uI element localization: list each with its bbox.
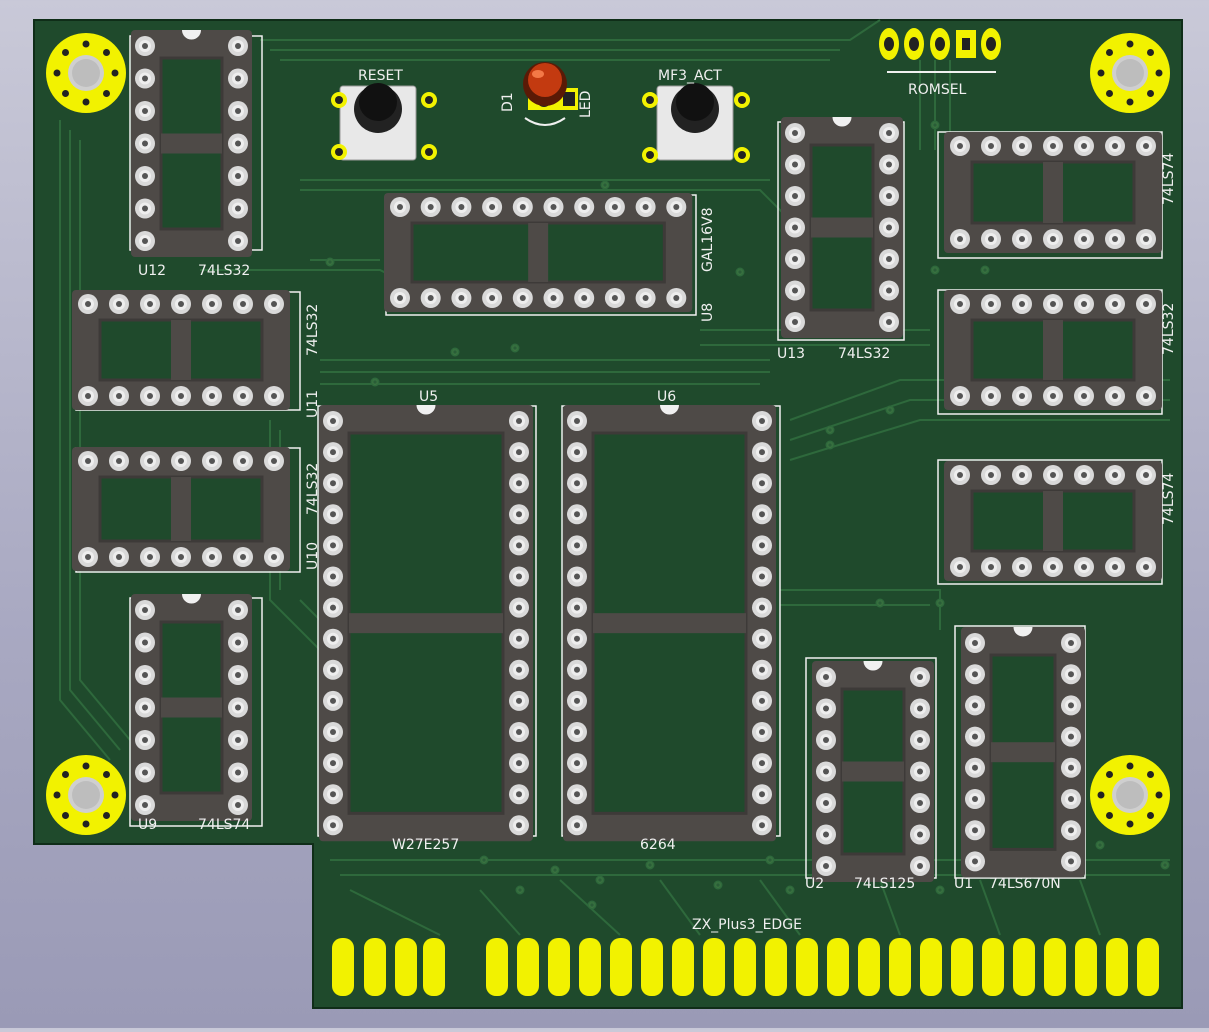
edge-finger: [765, 938, 787, 996]
u5-value: W27E257: [392, 837, 459, 853]
u8-value: GAL16V8: [700, 207, 716, 272]
socket-u12: [129, 29, 263, 257]
socket-u8: [384, 193, 697, 316]
socket-u5: [317, 404, 537, 842]
edge-finger: [1137, 938, 1159, 996]
socket-u11: [72, 290, 301, 411]
socket-u1: [954, 625, 1086, 879]
mf3-label: MF3_ACT: [658, 68, 722, 84]
socket-u2: [805, 657, 937, 882]
edge-finger: [395, 938, 417, 996]
u1-value: 74LS670N: [989, 876, 1061, 892]
socket-right-top: [937, 131, 1163, 259]
u5-ref: U5: [419, 389, 438, 405]
edge-finger: [332, 938, 354, 996]
right-mid-value: 74LS32: [1161, 303, 1177, 355]
edge-finger: [517, 938, 539, 996]
edge-finger: [1075, 938, 1097, 996]
right-top-value: 74LS74: [1161, 153, 1177, 205]
edge-finger: [734, 938, 756, 996]
socket-u10: [72, 447, 301, 573]
u9-value: 74LS74: [198, 817, 250, 833]
u12-ref: U12: [138, 263, 166, 279]
u12-value: 74LS32: [198, 263, 250, 279]
u2-value: 74LS125: [854, 876, 915, 892]
u11-value: 74LS32: [305, 304, 321, 356]
u6-value: 6264: [640, 837, 676, 853]
u1-ref: U1: [954, 876, 973, 892]
edge-finger: [858, 938, 880, 996]
u9-ref: U9: [138, 817, 157, 833]
u8-ref: U8: [700, 303, 716, 322]
edge-finger: [982, 938, 1004, 996]
edge-finger: [951, 938, 973, 996]
edge-finger: [672, 938, 694, 996]
socket-u6: [561, 404, 781, 842]
u11-ref: U11: [305, 390, 321, 418]
edge-finger: [703, 938, 725, 996]
socket-right-bot: [937, 459, 1163, 585]
edge-finger: [827, 938, 849, 996]
edge-finger: [920, 938, 942, 996]
socket-u13: [777, 116, 905, 341]
reset-label: RESET: [358, 68, 403, 84]
edge-finger: [1044, 938, 1066, 996]
pcb-render-view: U12 74LS32 U11 74LS32 U10 74LS32 U9 74LS…: [0, 0, 1209, 1028]
mount-hole-2: [1090, 33, 1170, 113]
u10-ref: U10: [305, 542, 321, 570]
socket-right-mid: [937, 289, 1163, 415]
led-value: LED: [578, 91, 594, 118]
edge-finger: [423, 938, 445, 996]
edge-finger: [548, 938, 570, 996]
u2-ref: U2: [805, 876, 824, 892]
edge-finger: [610, 938, 632, 996]
edge-finger: [889, 938, 911, 996]
u13-value: 74LS32: [838, 346, 890, 362]
edge-finger: [1106, 938, 1128, 996]
edge-label: ZX_Plus3_EDGE: [692, 917, 802, 933]
u6-ref: U6: [657, 389, 676, 405]
u10-value: 74LS32: [305, 463, 321, 515]
edge-finger: [641, 938, 663, 996]
led-ref: D1: [500, 92, 516, 112]
socket-u9: [129, 593, 263, 827]
edge-finger: [486, 938, 508, 996]
edge-finger: [796, 938, 818, 996]
edge-finger: [1013, 938, 1035, 996]
mount-hole-1: [46, 33, 126, 113]
right-bot-value: 74LS74: [1161, 473, 1177, 525]
romsel-label: ROMSEL: [908, 82, 967, 98]
edge-finger: [579, 938, 601, 996]
u13-ref: U13: [777, 346, 805, 362]
mount-hole-4: [1090, 755, 1170, 835]
edge-finger: [364, 938, 386, 996]
mount-hole-3: [46, 755, 126, 835]
